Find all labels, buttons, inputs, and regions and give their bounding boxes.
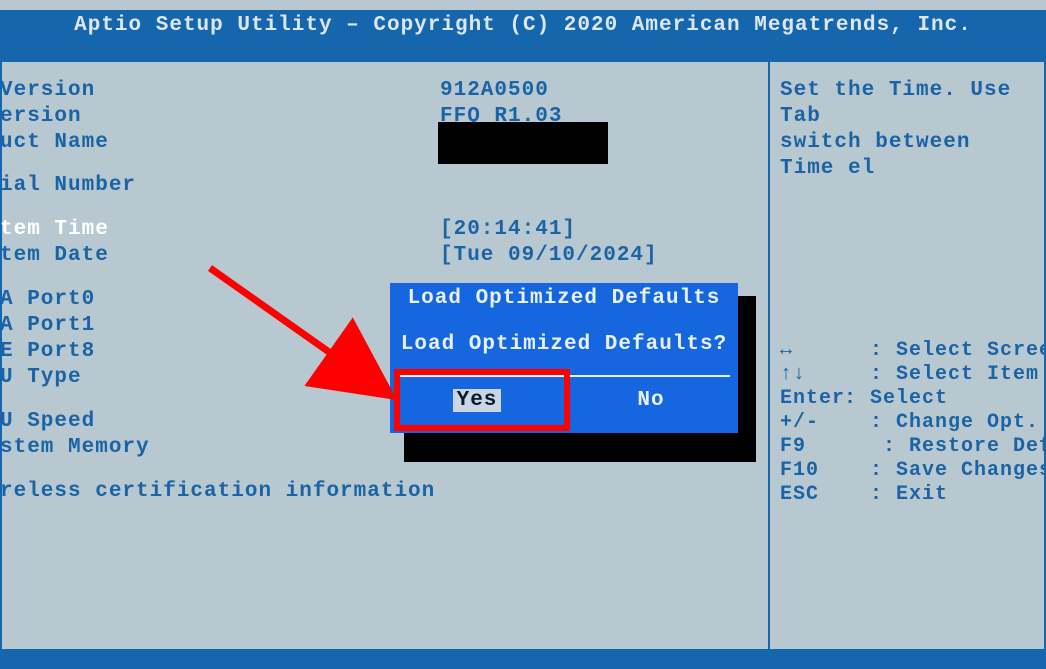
- label-cpu-speed: U Speed: [0, 409, 210, 435]
- dialog-yes-button[interactable]: Yes: [390, 383, 564, 418]
- dialog-title: Load Optimized Defaults: [390, 287, 738, 310]
- label-ec-version: ersion: [0, 104, 210, 130]
- redacted-product-serial: [438, 122, 608, 164]
- dialog-yes-label: Yes: [453, 389, 502, 412]
- bios-title-bar: Aptio Setup Utility – Copyright (C) 2020…: [0, 10, 1046, 43]
- value-serial-number: [210, 173, 440, 199]
- hint-key-plusminus: +/-: [780, 411, 844, 435]
- row-wireless-cert-link[interactable]: reless certification information: [0, 479, 768, 505]
- hint-desc-select: : Select: [844, 387, 948, 410]
- label-sata-port1: A Port1: [0, 313, 210, 339]
- label-product-name: uct Name: [0, 130, 210, 173]
- hint-desc-change-opt: : Change Opt.: [870, 411, 1039, 434]
- value-bios-version: 912A0500: [210, 78, 549, 104]
- row-product-name: uct Name: [0, 130, 768, 173]
- key-hints: ↔ : Select Screen ↑↓ : Select Item Enter…: [780, 315, 1042, 531]
- label-wireless-cert: reless certification information: [0, 479, 435, 505]
- dialog-message: Load Optimized Defaults?: [390, 333, 738, 356]
- hint-desc-exit: : Exit: [870, 483, 948, 506]
- label-system-time: tem Time: [0, 217, 210, 243]
- help-text-line1: Set the Time. Use Tab: [780, 78, 1036, 130]
- hint-key-f10: F10: [780, 459, 844, 483]
- label-cpu-type: U Type: [0, 365, 210, 391]
- hint-key-f9: F9: [780, 435, 844, 459]
- row-system-time[interactable]: tem Time [20:14:41]: [0, 217, 768, 243]
- hint-desc-save-changes: : Save Changes and: [870, 459, 1046, 482]
- footer-bar: [0, 651, 1046, 669]
- hint-key-esc: ESC: [780, 483, 844, 507]
- row-ec-version: ersion FFQ_R1.03: [0, 104, 768, 130]
- menu-tab-strip[interactable]: [0, 40, 1046, 60]
- help-panel: Set the Time. Use Tab switch between Tim…: [768, 60, 1046, 651]
- hint-key-lr: ↔: [780, 339, 844, 363]
- label-sata-port8: E Port8: [0, 339, 210, 365]
- dialog-no-label: No: [637, 389, 664, 412]
- value-system-date[interactable]: [Tue 09/10/2024]: [210, 243, 658, 269]
- hint-desc-restore-defaults: : Restore Defaults: [883, 435, 1046, 458]
- hint-desc-select-screen: : Select Screen: [870, 339, 1046, 362]
- hint-key-enter: Enter: [780, 387, 844, 411]
- help-text-line2: switch between Time el: [780, 130, 1036, 182]
- value-product-name: [210, 130, 608, 173]
- label-system-memory: stem Memory: [0, 435, 210, 461]
- row-serial-number: ial Number: [0, 173, 768, 199]
- label-bios-version: Version: [0, 78, 210, 104]
- dialog-no-button[interactable]: No: [564, 383, 738, 418]
- hint-desc-select-item: : Select Item: [870, 363, 1039, 386]
- label-system-date: tem Date: [0, 243, 210, 269]
- load-optimized-defaults-dialog: Load Optimized Defaults Load Optimized D…: [390, 283, 738, 433]
- value-system-time[interactable]: [20:14:41]: [210, 217, 576, 243]
- row-bios-version: Version 912A0500: [0, 78, 768, 104]
- row-system-date[interactable]: tem Date [Tue 09/10/2024]: [0, 243, 768, 269]
- row-spacer-4: [0, 461, 768, 479]
- label-serial-number: ial Number: [0, 173, 210, 199]
- row-spacer-1: [0, 199, 768, 217]
- hint-key-ud: ↑↓: [780, 363, 844, 387]
- label-sata-port0: A Port0: [0, 287, 210, 313]
